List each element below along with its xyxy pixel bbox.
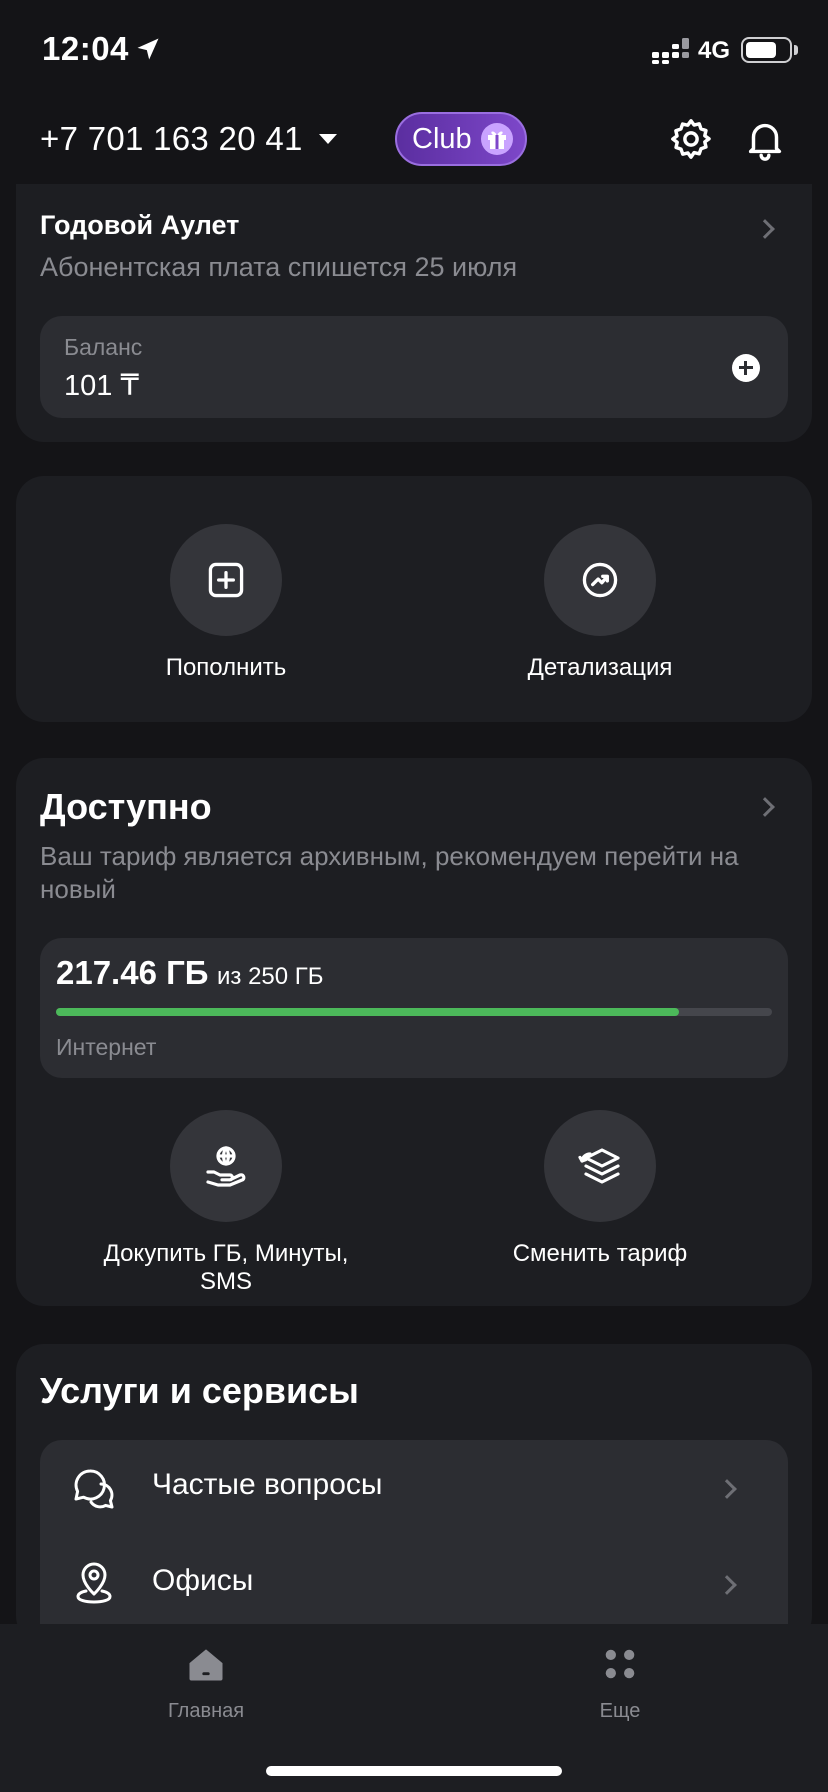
quick-actions-card: Пополнить Детализация <box>16 476 812 722</box>
available-chevron-right-icon[interactable] <box>755 797 775 817</box>
details-button[interactable]: Детализация <box>450 524 750 682</box>
battery-cap <box>794 45 798 55</box>
balance-box[interactable]: Баланс 101 ₸ <box>40 316 788 418</box>
trend-chart-icon <box>582 562 618 598</box>
settings-gear-icon[interactable] <box>668 116 714 162</box>
top-up-label: Пополнить <box>165 654 287 681</box>
location-arrow-icon <box>137 38 159 60</box>
plus-square-icon <box>208 562 244 598</box>
services-title: Услуги и сервисы <box>40 1370 359 1411</box>
status-time: 12:04 <box>42 30 129 67</box>
caret-down-icon <box>318 134 337 144</box>
notifications-bell-icon[interactable] <box>742 116 788 162</box>
tab-more[interactable]: Еще <box>545 1642 695 1723</box>
location-pin-icon <box>76 1562 112 1604</box>
phone-number-selector[interactable]: +7 701 163 20 41 <box>40 120 337 158</box>
change-tariff-button[interactable]: Сменить тариф <box>450 1110 750 1268</box>
balance-value: 101 ₸ <box>64 370 139 402</box>
grid-dots-icon <box>605 1649 635 1679</box>
network-type: 4G <box>698 37 731 64</box>
tab-more-label: Еще <box>599 1700 641 1722</box>
chevron-right-icon <box>717 1479 737 1499</box>
details-label: Детализация <box>527 654 673 681</box>
service-offices-label: Офисы <box>152 1564 254 1597</box>
top-up-button[interactable]: Пополнить <box>76 524 376 682</box>
services-card: Услуги и сервисы Частые вопросы Офисы <box>16 1344 812 1660</box>
gift-icon <box>480 123 513 155</box>
usage-label: Интернет <box>56 1034 157 1060</box>
buy-extras-button[interactable]: Докупить ГБ, Минуты, SMS <box>76 1110 376 1296</box>
tab-home[interactable]: Главная <box>131 1642 281 1723</box>
usage-total: из 250 ГБ <box>216 963 324 990</box>
add-balance-plus-icon[interactable] <box>732 354 760 382</box>
status-bar: 12:04 4G <box>0 0 828 100</box>
header: +7 701 163 20 41 Club <box>0 100 828 182</box>
battery-icon <box>741 37 792 63</box>
available-title: Доступно <box>40 786 212 827</box>
available-card: Доступно Ваш тариф является архивным, ре… <box>16 758 812 1306</box>
signal-icon <box>652 38 689 64</box>
usage-progress-fill <box>56 1008 679 1016</box>
plan-chevron-right-icon[interactable] <box>755 219 775 239</box>
plan-card: Годовой Аулет Абонентская плата спишется… <box>16 184 812 442</box>
home-icon <box>189 1649 223 1681</box>
internet-usage-box[interactable]: 217.46 ГБ из 250 ГБ Интернет <box>40 938 788 1078</box>
balance-label: Баланс <box>64 334 143 360</box>
service-item-offices[interactable]: Офисы <box>40 1536 788 1632</box>
club-button[interactable]: Club <box>395 112 527 166</box>
buy-extras-label: Докупить ГБ, Минуты, SMS <box>103 1240 349 1295</box>
home-indicator <box>266 1766 562 1776</box>
plan-title: Годовой Аулет <box>40 210 240 240</box>
layers-swap-icon <box>578 1148 620 1184</box>
chat-bubbles-icon <box>74 1469 114 1509</box>
club-label: Club <box>412 122 472 155</box>
change-tariff-label: Сменить тариф <box>512 1240 688 1267</box>
globe-hand-icon <box>206 1146 246 1187</box>
service-faq-label: Частые вопросы <box>152 1468 383 1501</box>
chevron-right-icon <box>717 1575 737 1595</box>
tab-home-label: Главная <box>167 1700 245 1722</box>
service-item-faq[interactable]: Частые вопросы <box>40 1440 788 1536</box>
phone-number: +7 701 163 20 41 <box>40 120 303 157</box>
usage-progress-bar <box>56 1008 772 1016</box>
usage-remaining: 217.46 ГБ <box>56 954 209 991</box>
plan-subtitle: Абонентская плата спишется 25 июля <box>40 252 518 282</box>
available-subtitle: Ваш тариф является архивным, рекомендуем… <box>40 841 739 904</box>
